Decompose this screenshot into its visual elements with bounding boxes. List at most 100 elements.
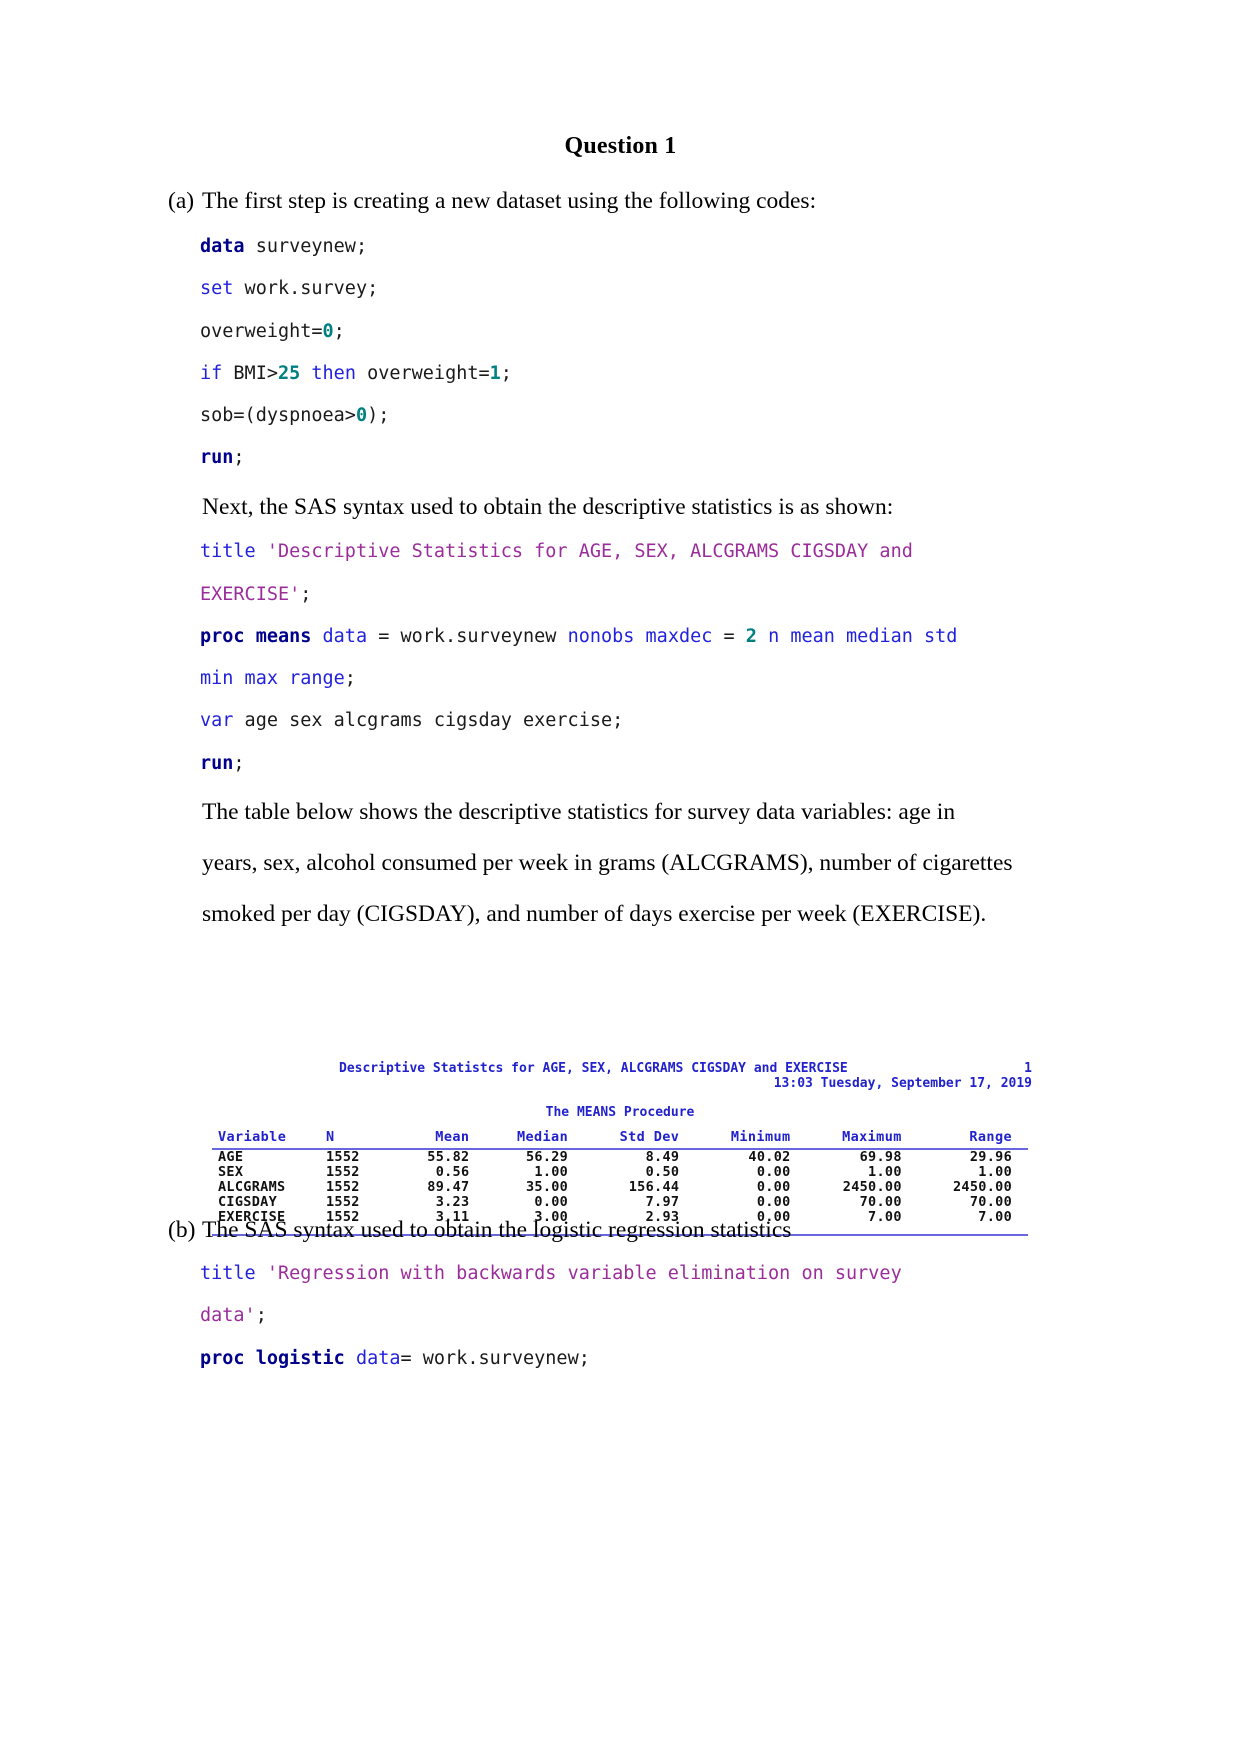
code-token: proc logistic xyxy=(200,1348,345,1369)
cell-variable-name: SEX xyxy=(218,1164,244,1180)
cell-value: 1552 xyxy=(326,1149,360,1165)
code-token: ; xyxy=(333,321,345,342)
cell-value: 1.00 xyxy=(868,1164,902,1180)
code-token: overweight= xyxy=(200,321,323,342)
code-line-var-list: var age sex alcgrams cigsday exercise; xyxy=(200,710,623,731)
cell-variable-name: CIGSDAY xyxy=(218,1194,277,1210)
code-token: data xyxy=(355,1348,401,1369)
code-token: surveynew; xyxy=(244,236,368,257)
code-token: nonobs maxdec xyxy=(567,626,713,647)
cell-value: 56.29 xyxy=(525,1149,569,1165)
section-marker-b: (b) xyxy=(168,1217,196,1243)
table-body: AGE 1552 55.82 56.29 8.49 40.02 69.98 29.96 SEX 1… xyxy=(212,1149,1028,1225)
cell-value: 40.02 xyxy=(748,1149,791,1165)
cell-value: 7.00 xyxy=(978,1209,1012,1225)
code-token: 1 xyxy=(489,363,501,384)
code-token: EXERCISE' xyxy=(200,584,301,605)
code-token: 'Regression with backwards variable elim… xyxy=(255,1263,902,1284)
code-token: ); xyxy=(367,405,390,426)
cell-value: 7.00 xyxy=(868,1209,902,1225)
cell-value: 8.49 xyxy=(645,1149,680,1165)
col-header-median: Median xyxy=(485,1130,585,1150)
code-token: overweight= xyxy=(355,363,490,384)
code-line-data-surveynew: data surveynew; xyxy=(200,236,367,257)
code-token: ; xyxy=(233,753,245,774)
code-token: work.survey; xyxy=(233,278,379,299)
sas-output-title: Descriptive Statistcs for AGE, SEX, ALCG… xyxy=(339,1061,848,1076)
col-header-range: Range xyxy=(917,1130,1028,1150)
code-line-set-worksurvey: set work.survey; xyxy=(200,278,378,299)
section-marker-a: (a) xyxy=(168,188,195,214)
code-token: proc means xyxy=(200,626,312,647)
code-token: 'Descriptive Statistics for AGE, SEX, AL… xyxy=(255,541,913,562)
col-header-mean: Mean xyxy=(400,1130,486,1150)
code-token: data xyxy=(322,626,368,647)
code-token: = work.surveynew; xyxy=(400,1348,590,1369)
document-page: Question 1 (a) The first step is creatin… xyxy=(0,0,1241,1754)
code-token: = work.surveynew xyxy=(367,626,568,647)
page-title: Question 1 xyxy=(564,133,677,159)
cell-value: 156.44 xyxy=(628,1179,680,1195)
cell-variable-name: AGE xyxy=(218,1149,244,1165)
code-token: if xyxy=(200,363,223,384)
table-caption-line-3: smoked per day (CIGSDAY), and number of … xyxy=(202,901,987,927)
cell-value: 29.96 xyxy=(969,1149,1012,1165)
cell-value: 70.00 xyxy=(969,1194,1012,1210)
table-header-row: Variable N Mean Median Std Dev Minimum M… xyxy=(212,1130,1028,1150)
cell-value: 70.00 xyxy=(859,1194,902,1210)
cell-value: 89.47 xyxy=(427,1179,470,1195)
code-token: title xyxy=(200,1263,256,1284)
code-token: ; xyxy=(500,363,512,384)
code-token: then xyxy=(311,363,356,384)
sas-output-timestamp: 13:03 Tuesday, September 17, 2019 xyxy=(773,1076,1032,1091)
cell-value: 1.00 xyxy=(534,1164,569,1180)
cell-value: 2450.00 xyxy=(842,1179,902,1195)
section-a-mid-text: Next, the SAS syntax used to obtain the … xyxy=(202,494,894,520)
cell-value: 0.00 xyxy=(756,1194,791,1210)
table-caption-line-2: years, sex, alcohol consumed per week in… xyxy=(202,850,1013,876)
code-token: ; xyxy=(233,447,245,468)
means-statistics-table: Variable N Mean Median Std Dev Minimum M… xyxy=(212,1130,1028,1225)
code-token: set xyxy=(200,278,234,299)
section-a-intro: The first step is creating a new dataset… xyxy=(202,188,817,214)
code-line-run-2: run; xyxy=(200,753,245,774)
sas-procedure-name: The MEANS Procedure xyxy=(545,1105,695,1120)
cell-value: 0.00 xyxy=(534,1194,569,1210)
cell-value: 0.56 xyxy=(435,1164,470,1180)
col-header-std-dev: Std Dev xyxy=(584,1130,696,1150)
cell-value: 3.23 xyxy=(435,1194,470,1210)
cell-value: 1552 xyxy=(326,1164,360,1180)
table-row: ALCGRAMS 1552 89.47 35.00 156.44 0.00 2450.00 2… xyxy=(212,1180,1028,1195)
code-token: run xyxy=(200,753,234,774)
code-line-title-regression-cont: data'; xyxy=(200,1305,267,1326)
code-token: n mean median std xyxy=(768,626,958,647)
code-token: var xyxy=(200,710,234,731)
sas-output-panel: Descriptive Statistcs for AGE, SEX, ALCG… xyxy=(206,1050,1034,1236)
col-header-maximum: Maximum xyxy=(806,1130,918,1150)
cell-value: 0.00 xyxy=(756,1164,791,1180)
code-token: min max range xyxy=(200,668,345,689)
cell-value: 69.98 xyxy=(859,1149,902,1165)
code-token: ; xyxy=(300,584,312,605)
code-token: sob=(dyspnoea> xyxy=(200,405,356,426)
cell-value: 35.00 xyxy=(525,1179,569,1195)
code-line-overweight-zero: overweight=0; xyxy=(200,321,345,342)
code-token: run xyxy=(200,447,234,468)
code-line-title-regression: title 'Regression with backwards variabl… xyxy=(200,1263,902,1284)
code-token: = xyxy=(712,626,746,647)
cell-value: 2450.00 xyxy=(953,1179,1012,1195)
table-row: CIGSDAY 1552 3.23 0.00 7.97 0.00 70.00 70.00 xyxy=(212,1195,1028,1210)
code-token: title xyxy=(200,541,256,562)
cell-variable-name: ALCGRAMS xyxy=(218,1179,286,1195)
code-line-proc-logistic: proc logistic data= work.surveynew; xyxy=(200,1348,590,1369)
code-token: 0 xyxy=(322,321,334,342)
code-line-title-descriptive: title 'Descriptive Statistics for AGE, S… xyxy=(200,541,913,562)
code-token: age sex alcgrams cigsday exercise; xyxy=(233,710,624,731)
cell-value: 0.50 xyxy=(645,1164,680,1180)
cell-value: 55.82 xyxy=(427,1149,470,1165)
code-token: 2 xyxy=(745,626,757,647)
